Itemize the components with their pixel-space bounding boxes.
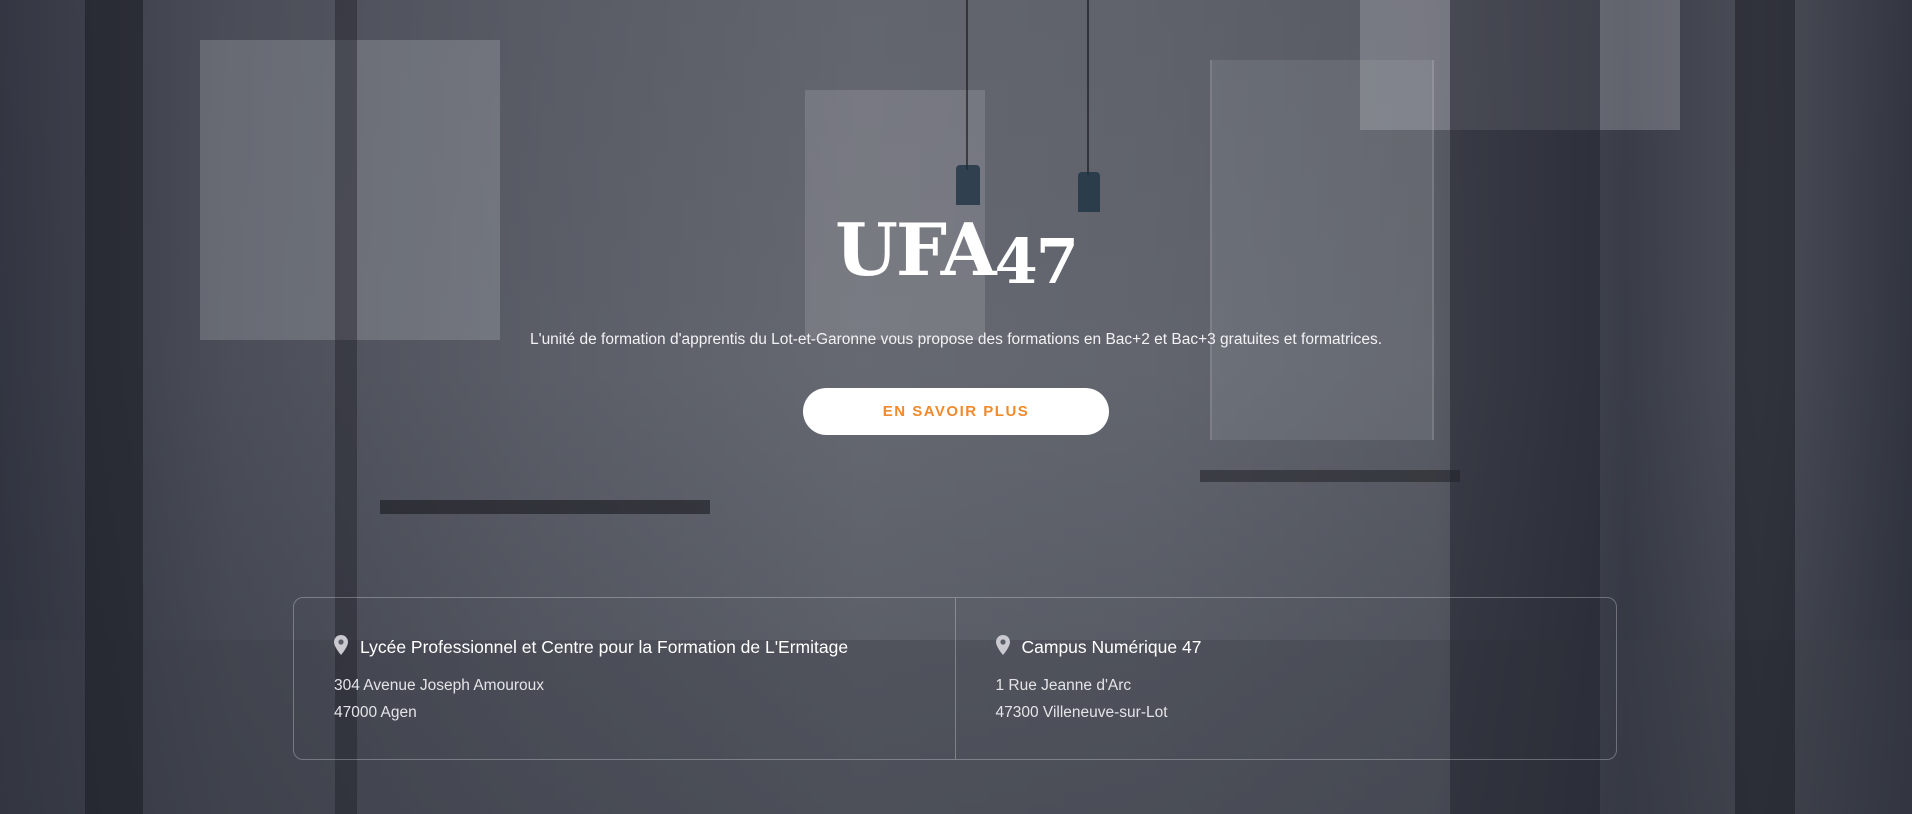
locations-panel: Lycée Professionnel et Centre pour la Fo… xyxy=(293,597,1617,760)
hero-tagline: L'unité de formation d'apprentis du Lot-… xyxy=(529,331,1382,348)
background-desk xyxy=(380,500,710,514)
background-lamp xyxy=(1078,172,1100,212)
background-pillar xyxy=(1735,0,1795,814)
learn-more-button[interactable]: EN SAVOIR PLUS xyxy=(803,388,1109,435)
location-header: Lycée Professionnel et Centre pour la Fo… xyxy=(334,635,955,658)
background-lamp xyxy=(956,165,980,205)
location-header: Campus Numérique 47 xyxy=(995,635,1617,658)
location-title: Campus Numérique 47 xyxy=(1021,637,1202,657)
location-title: Lycée Professionnel et Centre pour la Fo… xyxy=(360,637,849,657)
location-card: Campus Numérique 47 1 Rue Jeanne d'Arc 4… xyxy=(954,598,1617,759)
site-logo[interactable]: UFA47 xyxy=(0,207,1912,299)
address-city: 47000 Agen xyxy=(334,704,417,721)
background-desk xyxy=(1200,470,1460,482)
background-pillar xyxy=(85,0,143,814)
address-street: 1 Rue Jeanne d'Arc xyxy=(995,677,1132,694)
hero-section: UFA47 L'unité de formation d'apprentis d… xyxy=(0,0,1912,814)
address-street: 304 Avenue Joseph Amouroux xyxy=(334,677,544,694)
map-pin-icon xyxy=(995,635,1010,655)
address-city: 47300 Villeneuve-sur-Lot xyxy=(995,704,1168,721)
logo-letters: UFA xyxy=(835,207,997,292)
location-card: Lycée Professionnel et Centre pour la Fo… xyxy=(294,598,955,759)
background-lamp-cord xyxy=(966,0,968,170)
logo-number: 47 xyxy=(994,225,1079,298)
background-lamp-cord xyxy=(1087,0,1089,175)
map-pin-icon xyxy=(334,635,348,655)
